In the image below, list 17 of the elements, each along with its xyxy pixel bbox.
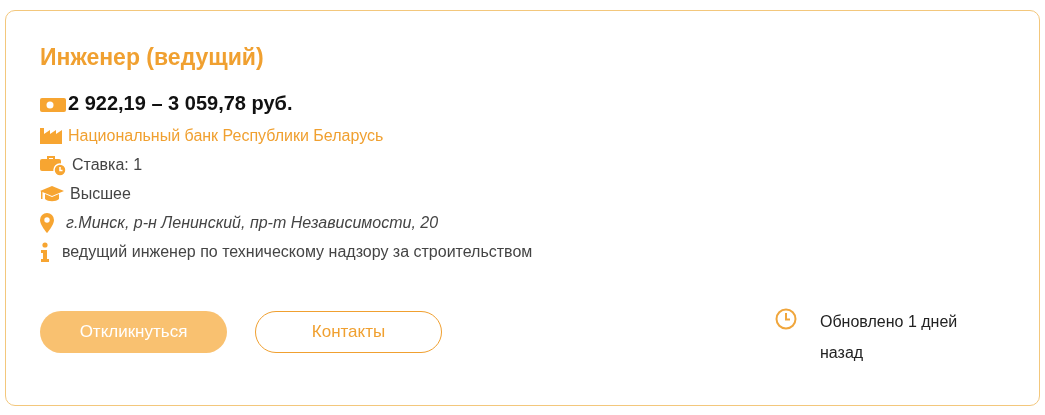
graduation-cap-icon	[40, 185, 64, 202]
contacts-button[interactable]: Контакты	[255, 311, 442, 353]
salary-range: 2 922,19 – 3 059,78 руб.	[68, 92, 293, 115]
location-pin-icon	[40, 212, 54, 233]
company-link[interactable]: Национальный банк Республики Беларусь	[68, 126, 384, 145]
clock-icon	[775, 308, 797, 330]
address-text: г.Минск, р-н Ленинский, пр-т Независимости, 20	[65, 213, 439, 232]
respond-button[interactable]: Откликнуться	[40, 311, 227, 353]
updated-text: Обновлено 1 дней назад	[820, 312, 959, 363]
info-icon	[40, 241, 50, 262]
vacancy-title[interactable]: Инженер (ведущий)	[40, 41, 1005, 73]
factory-icon	[40, 127, 62, 144]
rate-text: Ставка: 1	[72, 155, 143, 174]
description-text: ведущий инженер по техническому надзору за строительством	[61, 242, 533, 261]
briefcase-clock-icon	[40, 153, 66, 176]
banknote-icon	[40, 95, 66, 112]
education-text: Высшее	[70, 184, 131, 203]
